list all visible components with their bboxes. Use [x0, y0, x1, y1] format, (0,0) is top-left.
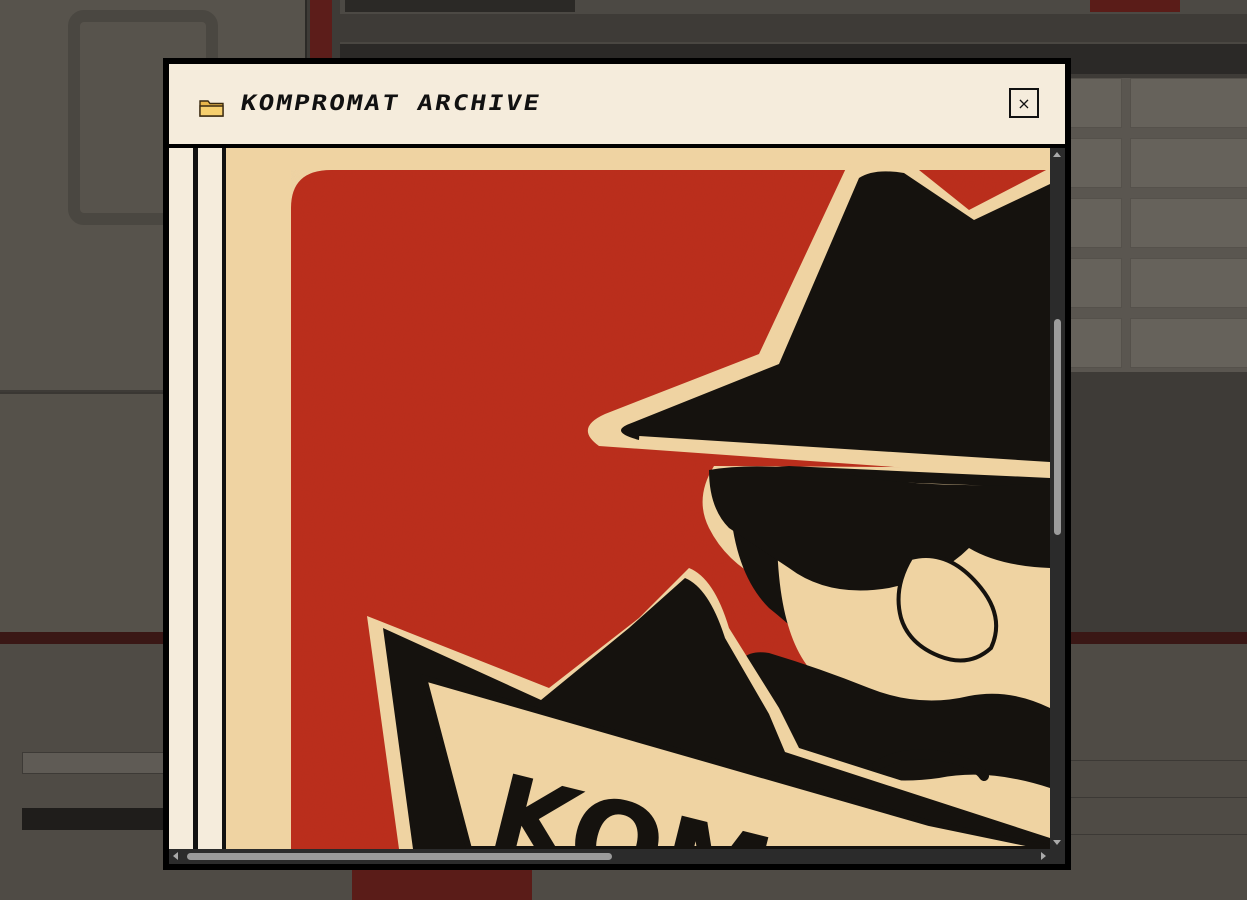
scrollbar-corner: [1050, 849, 1065, 864]
kompromat-poster-image: KOM: [169, 148, 1050, 849]
modal-title: KOMPROMAT ARCHIVE: [238, 91, 544, 116]
horizontal-scrollbar[interactable]: [169, 849, 1050, 864]
close-button[interactable]: ×: [1009, 88, 1039, 118]
scroll-up-arrow-icon[interactable]: [1053, 152, 1061, 157]
background-top-buttons: [345, 0, 575, 12]
scroll-right-arrow-icon[interactable]: [1041, 852, 1046, 860]
modal-header: KOMPROMAT ARCHIVE ×: [169, 64, 1065, 148]
background-grid: [1070, 78, 1247, 372]
scroll-down-arrow-icon[interactable]: [1053, 840, 1061, 845]
vertical-scrollbar[interactable]: [1050, 148, 1065, 849]
background-field: [22, 752, 164, 774]
background-dark-button: [22, 808, 164, 830]
close-icon: ×: [1017, 93, 1031, 113]
scroll-left-arrow-icon[interactable]: [173, 852, 178, 860]
folder-icon: [199, 100, 224, 117]
image-viewport[interactable]: KOM: [169, 148, 1050, 849]
kompromat-archive-modal: KOMPROMAT ARCHIVE × KOM: [163, 58, 1071, 870]
background-red-block: [352, 870, 532, 900]
vertical-scroll-thumb[interactable]: [1054, 319, 1061, 535]
horizontal-scroll-thumb[interactable]: [187, 853, 612, 860]
background-top-red-button: [1090, 0, 1180, 12]
